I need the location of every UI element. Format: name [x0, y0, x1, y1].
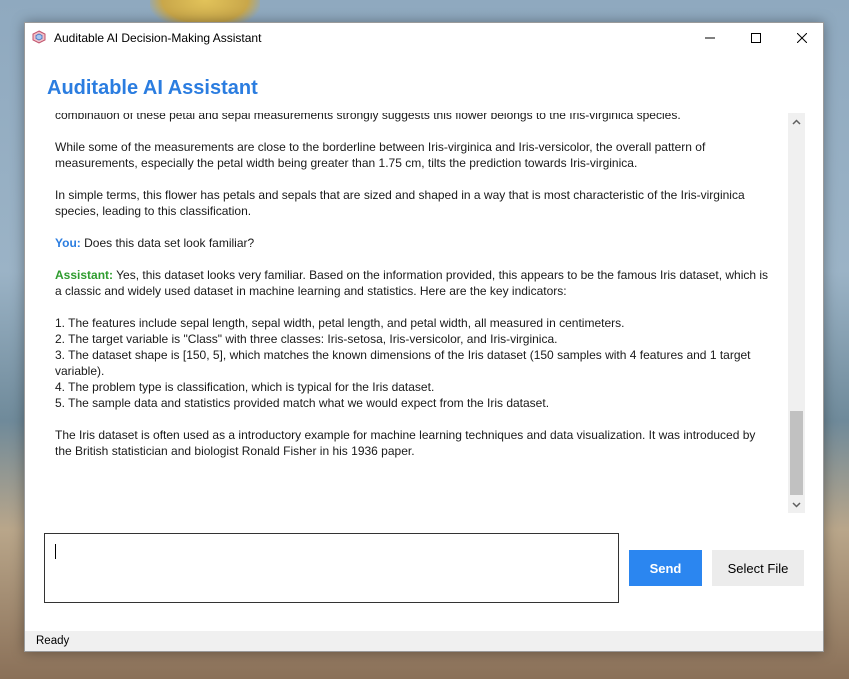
chat-history[interactable]: combination of these petal and sepal mea…: [45, 113, 804, 513]
list-item: 3. The dataset shape is [150, 5], which …: [55, 348, 751, 378]
maximize-button[interactable]: [733, 23, 779, 53]
message-text: In simple terms, this flower has petals …: [55, 188, 745, 218]
status-text: Ready: [36, 635, 70, 647]
list-item: 5. The sample data and statistics provid…: [55, 396, 550, 410]
scroll-up-button[interactable]: [788, 113, 805, 130]
indicator-list: 1. The features include sepal length, se…: [55, 315, 775, 411]
chevron-up-icon: [792, 118, 801, 125]
app-window: Auditable AI Decision-Making Assistant A…: [24, 22, 824, 652]
minimize-button[interactable]: [687, 23, 733, 53]
list-item: 1. The features include sepal length, se…: [55, 316, 625, 330]
minimize-icon: [705, 37, 715, 39]
user-message: You: Does this data set look familiar?: [55, 235, 775, 251]
chat-content: combination of these petal and sepal mea…: [55, 113, 775, 475]
message-input[interactable]: [44, 533, 619, 603]
scrollbar-thumb[interactable]: [790, 411, 803, 495]
title-bar[interactable]: Auditable AI Decision-Making Assistant: [25, 23, 823, 53]
window-title: Auditable AI Decision-Making Assistant: [54, 31, 262, 45]
message-text: While some of the measurements are close…: [55, 140, 706, 170]
text-caret: [55, 544, 56, 559]
close-button[interactable]: [779, 23, 825, 53]
assistant-message-text: Yes, this dataset looks very familiar. B…: [55, 268, 769, 298]
user-label: You:: [55, 236, 81, 250]
chevron-down-icon: [792, 501, 801, 508]
send-button[interactable]: Send: [629, 550, 702, 586]
app-logo-icon: [32, 30, 46, 44]
assistant-message: Assistant: Yes, this dataset looks very …: [55, 267, 775, 299]
select-file-button[interactable]: Select File: [712, 550, 804, 586]
user-message-text: Does this data set look familiar?: [80, 236, 255, 250]
close-icon: [797, 33, 807, 43]
list-item: 4. The problem type is classification, w…: [55, 380, 435, 394]
page-title: Auditable AI Assistant: [47, 77, 258, 99]
chat-scrollbar[interactable]: [788, 113, 805, 513]
list-item: 2. The target variable is "Class" with t…: [55, 332, 558, 346]
message-text: combination of these petal and sepal mea…: [55, 113, 681, 122]
assistant-label: Assistant:: [55, 268, 114, 282]
scroll-down-button[interactable]: [788, 496, 805, 513]
status-bar: Ready: [25, 631, 823, 651]
maximize-icon: [751, 33, 761, 43]
message-text: The Iris dataset is often used as a intr…: [55, 428, 756, 458]
